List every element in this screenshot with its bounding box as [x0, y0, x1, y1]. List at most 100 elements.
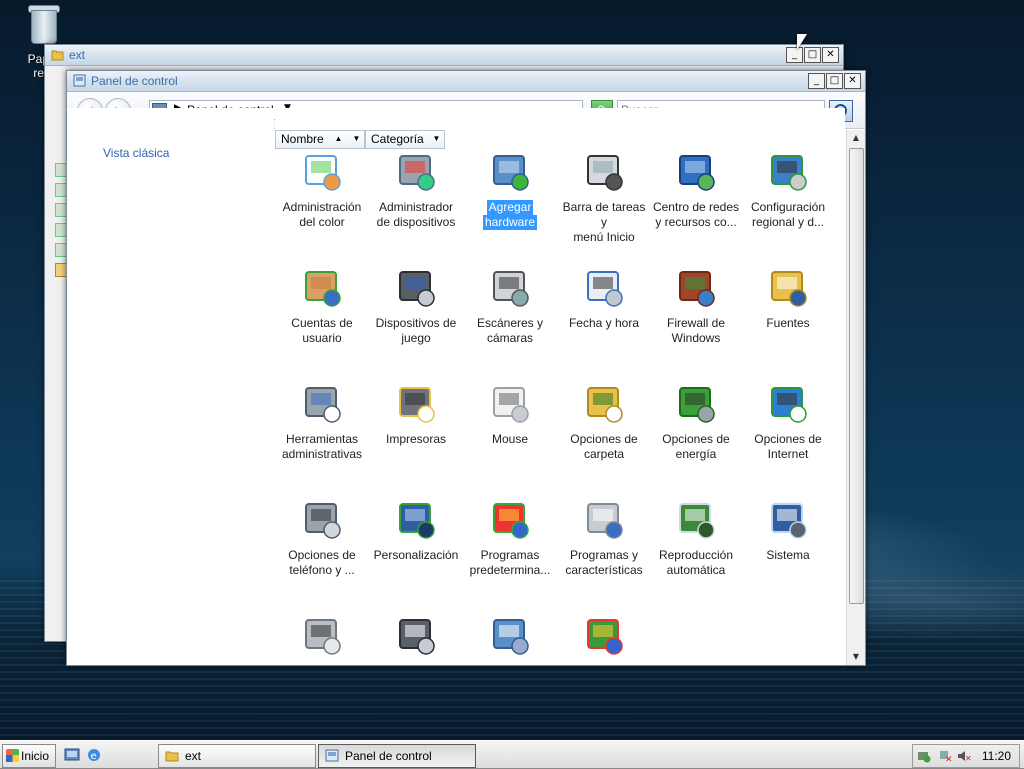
control-panel-item[interactable]: Herramientas administrativas: [275, 380, 369, 462]
taskbar-item-control-panel[interactable]: Panel de control: [318, 744, 476, 768]
column-dropdown-icon[interactable]: ▼: [430, 132, 443, 145]
network-center-icon: [672, 148, 720, 196]
start-button[interactable]: Inicio: [2, 744, 56, 768]
control-panel-item[interactable]: [557, 612, 651, 694]
svg-text:e: e: [91, 751, 97, 762]
windows-update-icon: [580, 612, 628, 660]
internet-explorer-icon[interactable]: e: [86, 747, 102, 763]
taskbar: Inicio e ext Panel de control ✕ ✕ 11:20: [0, 740, 1024, 769]
item-label-line1: Opciones de: [288, 548, 356, 562]
window-titlebar[interactable]: ext _ □ ✕: [45, 45, 843, 66]
item-label-line1: Escáneres y: [476, 316, 544, 330]
column-header-category[interactable]: Categoría ▼: [365, 130, 445, 149]
control-panel-icon: [73, 74, 86, 87]
window-title: Panel de control: [91, 74, 178, 88]
folder-icon: [51, 50, 64, 61]
item-label-line1: Opciones de: [662, 432, 730, 446]
folder-options-icon: [580, 380, 628, 428]
color-management-icon: [298, 148, 346, 196]
control-panel-item[interactable]: Opciones de energía: [649, 380, 743, 462]
item-label-line2: juego: [401, 331, 431, 345]
item-label-line2: usuario: [302, 331, 342, 345]
item-label-line2: Windows: [671, 331, 721, 345]
control-panel-item[interactable]: Reproducción automática: [649, 496, 743, 578]
control-panel-item[interactable]: Opciones de carpeta: [557, 380, 651, 462]
taskbar-item-label: ext: [185, 749, 202, 763]
security-shield-icon[interactable]: [917, 749, 931, 763]
taskbar-item-ext[interactable]: ext: [158, 744, 316, 768]
control-panel-item[interactable]: Agregar hardware: [463, 148, 557, 230]
item-label-line1: Impresoras: [385, 432, 447, 446]
item-label-line1: Fuentes: [766, 316, 810, 330]
clock[interactable]: 11:20: [982, 749, 1011, 763]
item-label-line1: Herramientas: [285, 432, 359, 446]
control-panel-item[interactable]: Personalización: [369, 496, 463, 578]
window-titlebar[interactable]: Panel de control _ □ ✕: [67, 71, 865, 92]
add-hardware-icon: [486, 148, 534, 196]
autoplay-icon: [672, 496, 720, 544]
control-panel-item[interactable]: Centro de redes y recursos co...: [649, 148, 743, 230]
classic-view-link[interactable]: Vista clásica: [103, 146, 169, 160]
item-label-line2: cámaras: [486, 331, 533, 345]
item-label-line2: Internet: [767, 447, 809, 461]
control-panel-item[interactable]: Cuentas de usuario: [275, 264, 369, 346]
control-panel-item[interactable]: Fecha y hora: [557, 264, 651, 346]
firewall-icon: [672, 264, 720, 312]
control-panel-item[interactable]: Impresoras: [369, 380, 463, 462]
control-panel-item[interactable]: Programas predetermina...: [463, 496, 557, 578]
scrollbar-thumb[interactable]: [849, 148, 864, 604]
control-panel-item[interactable]: Sistema: [741, 496, 835, 578]
item-label-line1: Opciones de: [754, 432, 822, 446]
control-panel-item[interactable]: Dispositivos de juego: [369, 264, 463, 346]
item-label-line1: Configuración: [750, 200, 826, 214]
notification-area: ✕ ✕ 11:20: [912, 744, 1020, 768]
control-panel-item[interactable]: Administrador de dispositivos: [369, 148, 463, 230]
control-panel-item[interactable]: Fuentes: [741, 264, 835, 346]
column-header-name-label: Nombre: [281, 132, 324, 146]
maximize-button[interactable]: □: [826, 73, 843, 89]
item-label-line2: automática: [666, 563, 726, 577]
close-button[interactable]: ✕: [822, 47, 839, 63]
item-label-line2: predetermina...: [469, 563, 551, 577]
control-panel-item[interactable]: Mouse: [463, 380, 557, 462]
item-label-line1: Firewall de: [666, 316, 726, 330]
network-disconnected-icon[interactable]: ✕: [939, 749, 953, 763]
control-panel-item[interactable]: [369, 612, 463, 694]
control-panel-item[interactable]: Firewall de Windows: [649, 264, 743, 346]
default-programs-icon: [486, 496, 534, 544]
item-label-line1: Cuentas de: [291, 316, 353, 330]
vertical-scrollbar[interactable]: ▲ ▼: [846, 130, 865, 665]
item-label-line2: del color: [299, 215, 345, 229]
close-button[interactable]: ✕: [844, 73, 861, 89]
control-panel-item[interactable]: Configuración regional y d...: [741, 148, 835, 230]
control-panel-item[interactable]: Escáneres y cámaras: [463, 264, 557, 346]
control-panel-item[interactable]: [463, 612, 557, 694]
item-label-line1: Personalización: [373, 548, 459, 562]
volume-muted-icon[interactable]: ✕: [957, 749, 971, 763]
item-label-line2: carpeta: [583, 447, 625, 461]
scroll-up-icon[interactable]: ▲: [848, 130, 864, 146]
control-panel-item[interactable]: [275, 612, 369, 694]
item-label-line2: teléfono y ...: [289, 563, 355, 577]
power-options-icon: [672, 380, 720, 428]
personalization-icon: [392, 496, 440, 544]
control-panel-item[interactable]: Administración del color: [275, 148, 369, 230]
control-panel-item[interactable]: Programas y características: [557, 496, 651, 578]
item-label-line1: Centro de redes: [652, 200, 740, 214]
column-dropdown-icon[interactable]: ▼: [350, 132, 363, 145]
control-panel-window[interactable]: Panel de control _ □ ✕ ▶ Panel de contro…: [66, 70, 866, 666]
system-icon: [764, 496, 812, 544]
control-panel-item[interactable]: Barra de tareas y menú Inicio: [557, 148, 651, 245]
scroll-down-icon[interactable]: ▼: [848, 649, 864, 665]
fonts-icon: [764, 264, 812, 312]
user-accounts-icon: [298, 264, 346, 312]
column-header-name[interactable]: Nombre ▲ ▼: [275, 130, 365, 149]
control-panel-item[interactable]: Opciones de Internet: [741, 380, 835, 462]
minimize-button[interactable]: _: [808, 73, 825, 89]
items-view: Nombre ▲ ▼ Categoría ▼ Administración del…: [275, 108, 845, 665]
control-panel-item[interactable]: Opciones de teléfono y ...: [275, 496, 369, 578]
item-label-line1: Dispositivos de: [375, 316, 457, 330]
show-desktop-icon[interactable]: [64, 747, 80, 763]
item-label-line2: regional y d...: [751, 215, 825, 229]
item-label-line2: administrativas: [281, 447, 363, 461]
